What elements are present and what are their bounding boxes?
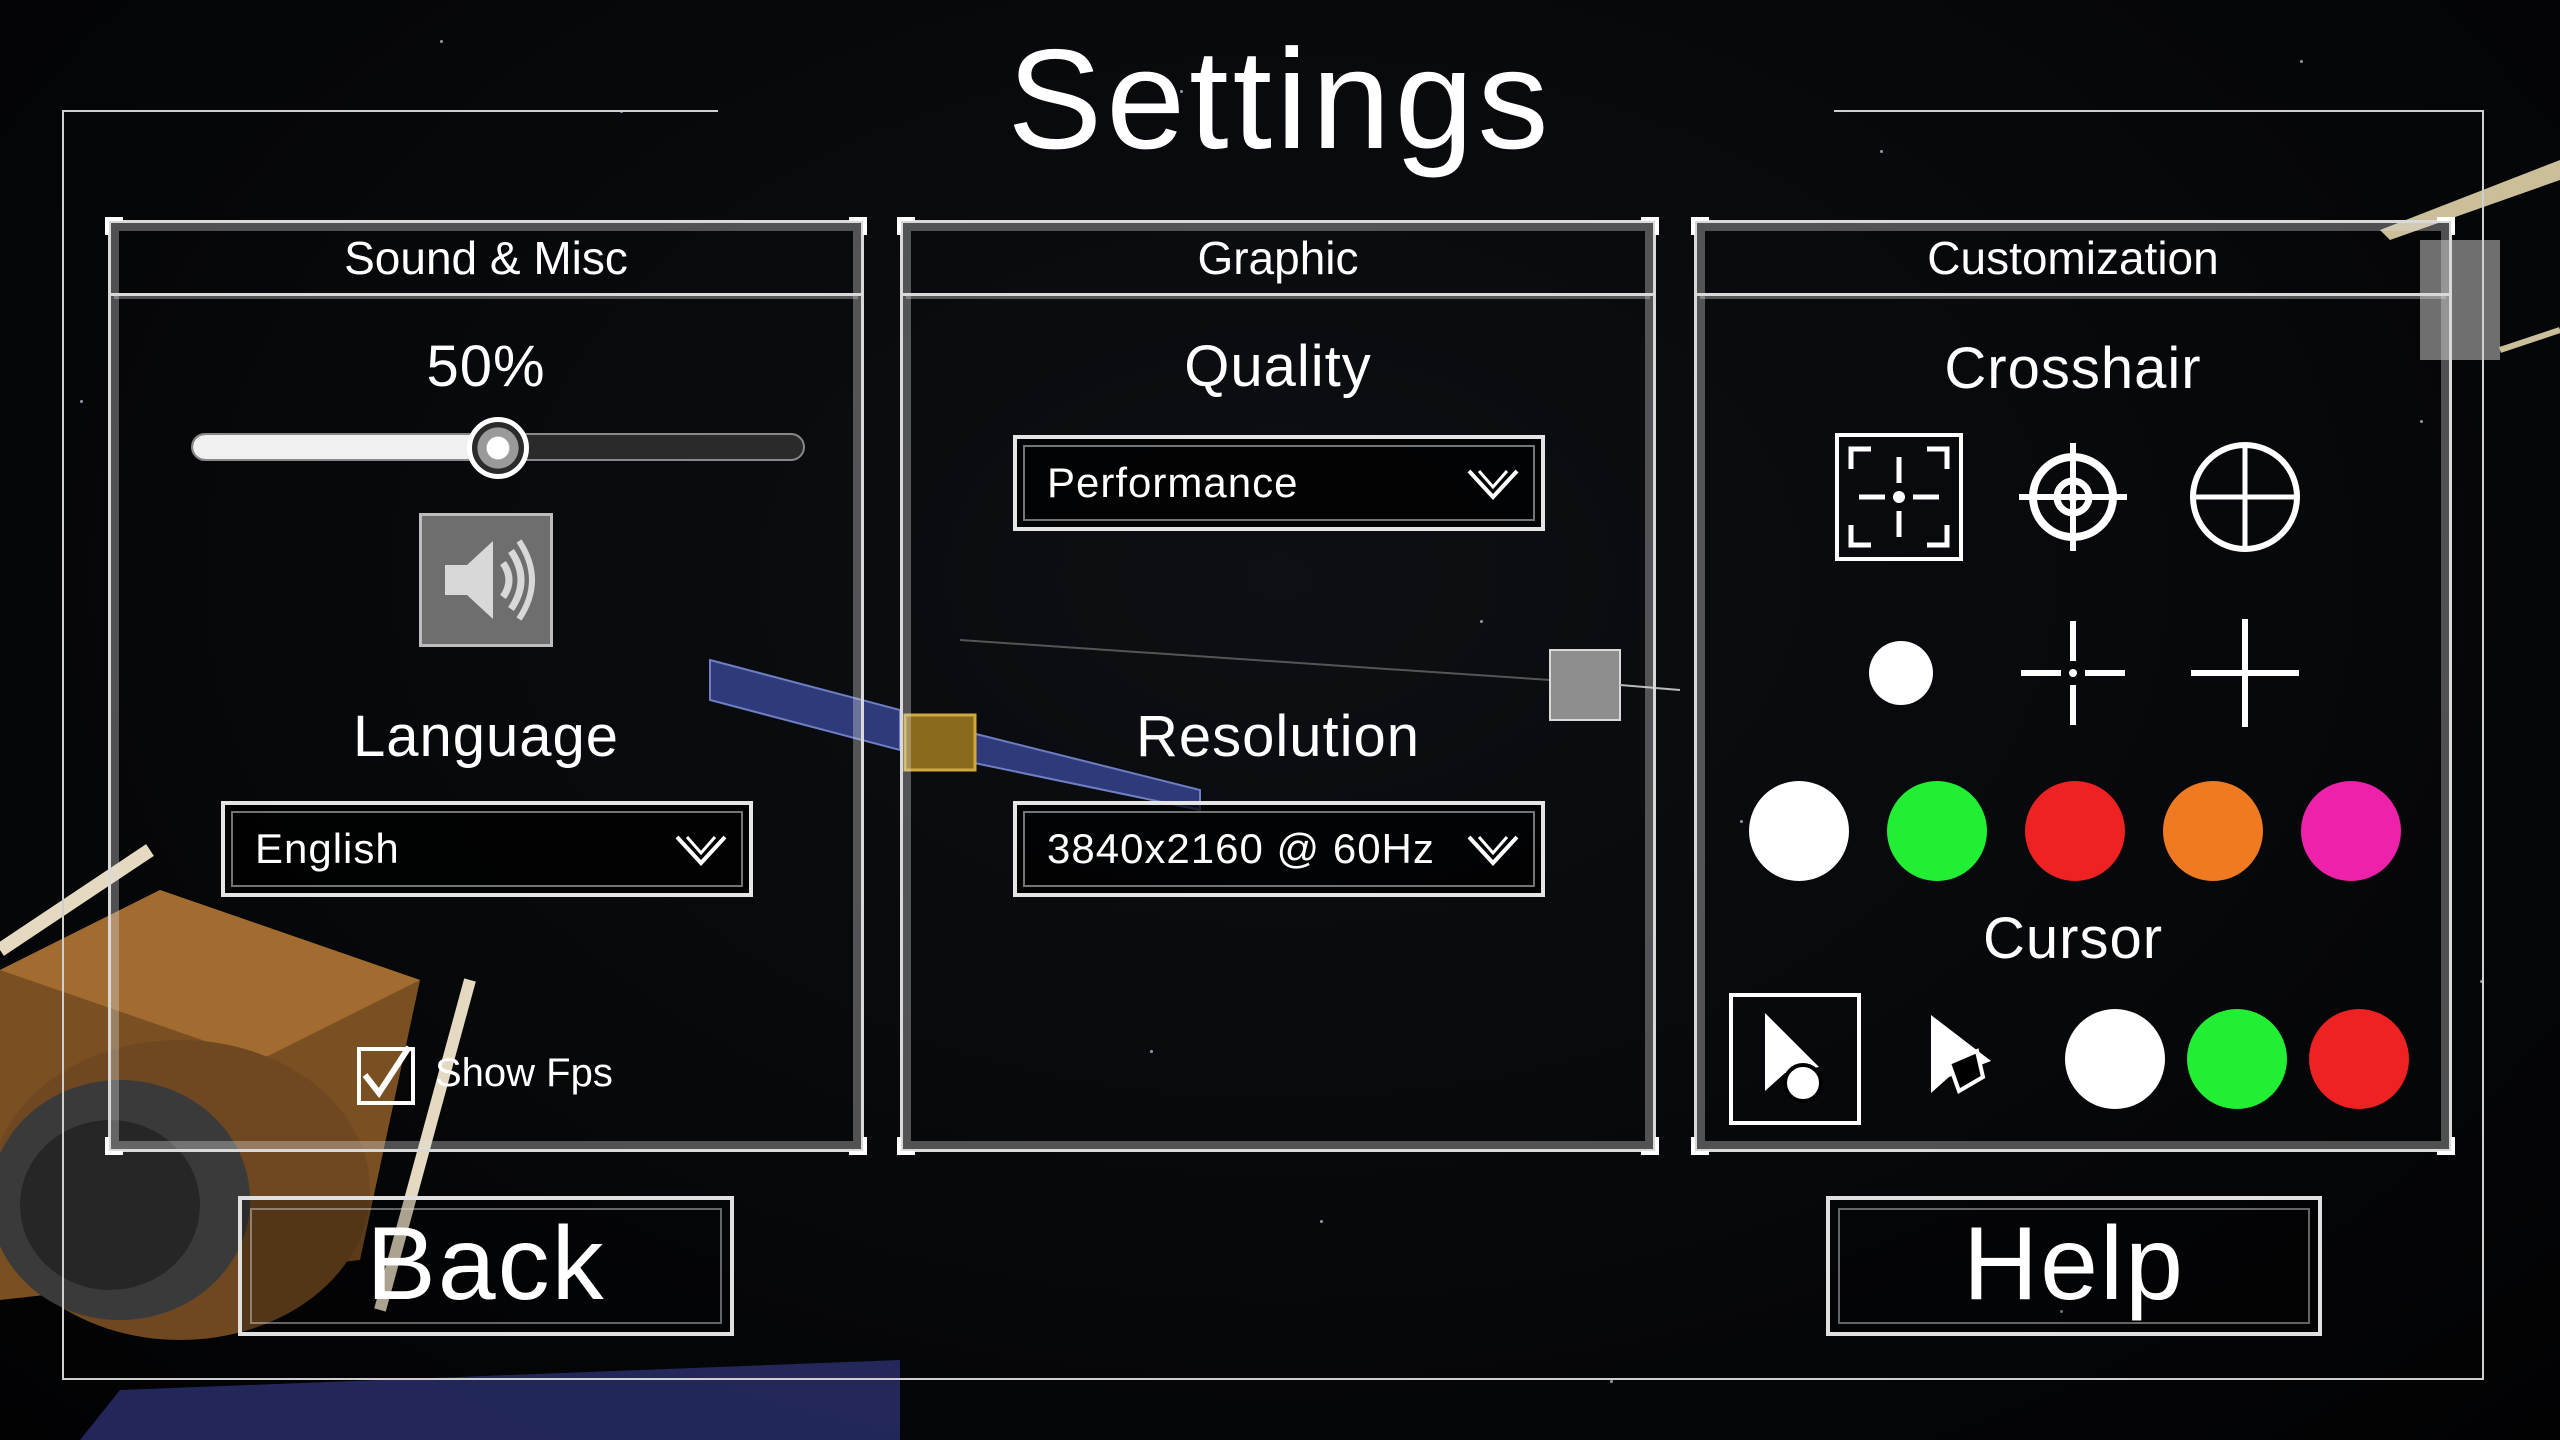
cursor-color-green[interactable] [2187, 1009, 2287, 1109]
back-button[interactable]: Back [238, 1196, 734, 1336]
crosshair-color-orange[interactable] [2163, 781, 2263, 881]
graphic-title: Graphic [903, 223, 1653, 296]
language-label: Language [352, 704, 620, 769]
language-selected-value: English [255, 825, 400, 872]
speaker-icon [445, 539, 535, 621]
chevron-down-icon [675, 835, 727, 866]
chevron-down-icon [1467, 469, 1519, 500]
resolution-label: Resolution [1135, 704, 1421, 769]
show-fps-label: Show Fps [435, 1051, 613, 1095]
outer-frame-right [2482, 110, 2484, 1380]
show-fps-checkbox[interactable] [357, 1045, 415, 1105]
outer-frame-top-left [62, 110, 718, 112]
resolution-dropdown[interactable]: 3840x2160 @ 60Hz [1013, 801, 1545, 897]
bracket-crosshair-icon[interactable] [1835, 433, 1963, 561]
sound-misc-title: Sound & Misc [111, 223, 861, 296]
cursor-color-white[interactable] [2065, 1009, 2165, 1109]
gap-crosshair-icon[interactable] [2009, 609, 2137, 737]
sound-misc-panel: Sound & Misc 50% Language English Show F… [105, 217, 867, 1155]
crosshair-color-green[interactable] [1887, 781, 1987, 881]
arrow-dot-cursor-icon[interactable] [1729, 993, 1861, 1125]
language-dropdown[interactable]: English [221, 801, 753, 897]
outer-frame-bottom [62, 1378, 2484, 1380]
customization-title: Customization [1697, 223, 2449, 296]
help-button[interactable]: Help [1826, 1196, 2322, 1336]
crosshair-color-magenta[interactable] [2301, 781, 2401, 881]
outer-frame-left [62, 110, 64, 1380]
volume-slider-handle[interactable] [467, 417, 529, 479]
crosshair-label: Crosshair [1944, 336, 2202, 401]
circle-crosshair-icon[interactable] [2181, 433, 2309, 561]
crosshair-color-white[interactable] [1749, 781, 1849, 881]
customization-panel: Customization Crosshair Cursor [1691, 217, 2455, 1155]
quality-selected-value: Performance [1047, 459, 1299, 506]
quality-label: Quality [1184, 334, 1372, 399]
volume-value: 50% [426, 334, 546, 399]
resolution-selected-value: 3840x2160 @ 60Hz [1047, 825, 1435, 872]
cursor-color-red[interactable] [2309, 1009, 2409, 1109]
quality-dropdown[interactable]: Performance [1013, 435, 1545, 531]
target-crosshair-icon[interactable] [2009, 433, 2137, 561]
mute-button[interactable] [419, 513, 553, 647]
plus-crosshair-icon[interactable] [2181, 609, 2309, 737]
chevron-down-icon [1467, 835, 1519, 866]
crosshair-color-red[interactable] [2025, 781, 2125, 881]
outer-frame-top-right [1834, 110, 2484, 112]
graphic-panel: Graphic Quality Performance Resolution 3… [897, 217, 1659, 1155]
arrow-diamond-cursor-icon[interactable] [1897, 993, 2029, 1125]
page-title: Settings [1007, 20, 1553, 179]
cursor-label: Cursor [1982, 906, 2164, 971]
checkmark-icon [362, 1045, 412, 1099]
dot-crosshair-icon[interactable] [1837, 609, 1965, 737]
